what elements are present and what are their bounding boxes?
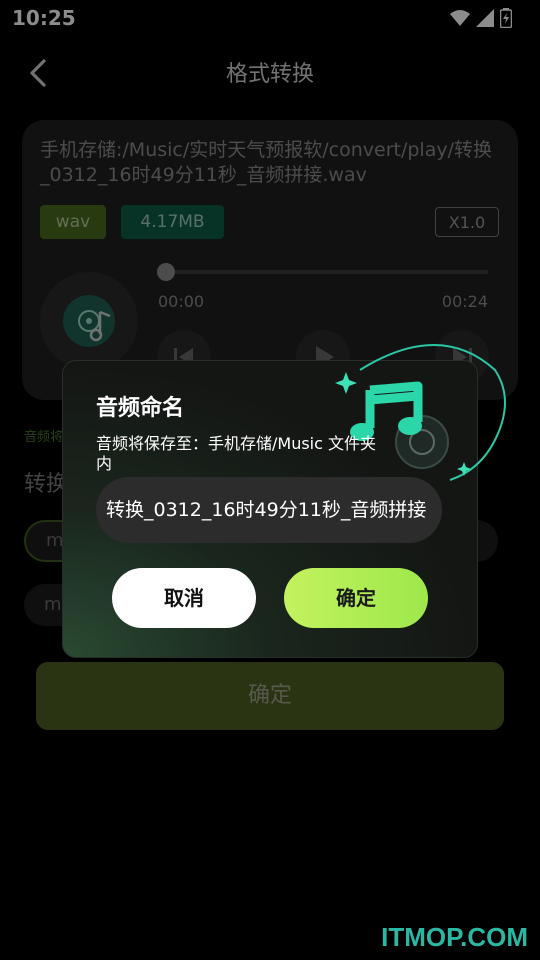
dialog-description: 音频将保存至：手机存储/Music 文件夹内 — [96, 434, 377, 473]
watermark: ITMOP.COM — [381, 922, 528, 952]
dialog-confirm-button[interactable]: 确定 — [284, 568, 428, 628]
cancel-button[interactable]: 取消 — [112, 568, 256, 628]
file-name-input[interactable]: 转换_0312_16时49分11秒_音频拼接 — [96, 477, 442, 543]
dialog-title: 音频命名 — [96, 396, 185, 421]
